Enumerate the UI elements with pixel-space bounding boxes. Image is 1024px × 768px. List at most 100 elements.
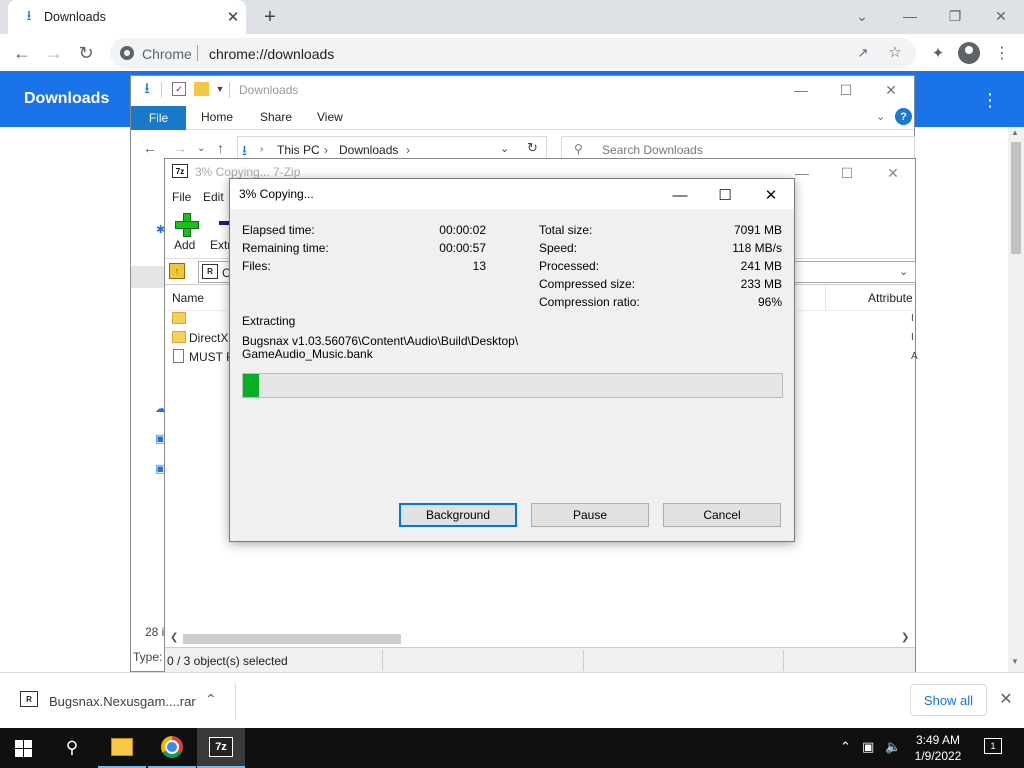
list-item[interactable]: DirectX [165,329,235,347]
scroll-down-arrow-icon[interactable]: ▼ [1011,657,1019,666]
nav-item-selected[interactable] [131,266,165,288]
refresh-icon[interactable]: ↻ [527,140,538,156]
breadcrumb-this-pc[interactable]: This PC [277,143,320,157]
ribbon-tab-share[interactable]: Share [260,110,292,124]
volume-muted-icon[interactable]: 🔈 [885,739,901,755]
minimize-button[interactable]: — [895,3,925,29]
item-count: 28 i [145,625,165,639]
remaining-time-value: 00:00:57 [439,241,486,255]
list-item-name: MUST R [189,350,235,364]
close-window-button[interactable]: ✕ [986,3,1016,29]
show-all-button[interactable]: Show all [910,684,987,716]
tab-strip: ⭳ Downloads ✕ + ⌄ — ❐ ✕ [0,0,1024,34]
ribbon-tab-view[interactable]: View [317,110,343,124]
explorer-titlebar: ⭳ ✓ ▼ Downloads — ☐ ✕ [131,76,914,104]
cancel-button[interactable]: Cancel [663,503,781,527]
tab-title: Downloads [44,10,106,24]
start-button[interactable] [15,740,32,757]
explorer-back-icon[interactable]: ← [143,140,157,156]
compressed-size-label: Compressed size: [539,277,636,291]
breadcrumb-downloads[interactable]: Downloads [339,143,398,157]
speed-value: 118 MB/s [732,241,782,255]
folder-up-icon[interactable]: ↑ [169,263,185,279]
profile-avatar[interactable] [958,42,980,64]
quick-access-dropdown-icon[interactable]: ▼ [215,82,225,96]
url-text[interactable]: chrome://downloads [209,46,334,62]
ribbon-tab-home[interactable]: Home [201,110,233,124]
extensions-puzzle-icon[interactable]: ✦ [927,42,949,64]
files-label: Files: [242,259,271,273]
current-file-path-line1: Bugsnax v1.03.56076\Content\Audio\Build\… [242,334,519,348]
download-shelf: R Bugsnax.Nexusgam....rar ⌃ Show all ✕ [0,672,1024,728]
pause-button[interactable]: Pause [531,503,649,527]
address-bar[interactable]: Chrome chrome://downloads ↗ ☆ [110,38,916,68]
bookmark-star-icon[interactable]: ☆ [886,43,904,61]
new-tab-button[interactable]: + [258,5,282,29]
close-icon[interactable]: ✕ [224,8,242,26]
new-folder-icon[interactable] [194,82,209,96]
taskbar-7zip[interactable]: 7z [197,728,245,768]
back-icon[interactable]: ← [10,41,34,65]
up-icon[interactable]: ↑ [217,140,224,156]
dialog-maximize-button[interactable]: ☐ [705,183,745,207]
search-icon[interactable]: ⚲ [62,738,82,758]
taskbar-file-explorer[interactable] [98,728,146,768]
ribbon-expand-icon[interactable]: ⌄ [876,110,885,123]
path-dropdown-icon[interactable]: ⌄ [899,265,908,278]
share-icon[interactable]: ↗ [854,44,872,62]
chrome-site-icon [120,46,134,60]
list-item[interactable] [165,310,235,328]
current-file-path-line2: GameAudio_Music.bank [242,347,373,361]
recent-locations-icon[interactable]: ⌄ [197,143,205,154]
scroll-up-arrow-icon[interactable]: ▲ [1011,128,1019,137]
sevenzip-maximize-button[interactable]: ☐ [832,163,862,183]
status-type-label: Type: [133,650,163,664]
scroll-left-icon[interactable]: ❮ [170,632,178,643]
chrome-menu-icon[interactable]: ⋮ [991,42,1013,64]
dialog-close-button[interactable]: ✕ [751,183,791,207]
tab-search-icon[interactable]: ⌄ [847,3,877,29]
forward-icon[interactable]: → [42,41,66,65]
download-item-name[interactable]: Bugsnax.Nexusgam....rar [49,694,196,709]
column-divider[interactable] [825,285,826,311]
page-scrollbar-thumb[interactable] [1011,142,1021,254]
menu-file[interactable]: File [172,190,191,204]
properties-icon[interactable]: ✓ [172,82,186,96]
dialog-minimize-button[interactable]: — [660,183,700,207]
system-clock[interactable]: 3:49 AM 1/9/2022 [908,732,968,764]
path-dropdown-icon[interactable]: ⌄ [500,142,509,155]
reload-icon[interactable]: ↻ [74,41,98,65]
folder-icon [172,331,186,343]
background-button[interactable]: Background [399,503,517,527]
more-actions-icon[interactable]: ⋮ [978,88,1002,112]
network-icon[interactable]: ▣ [862,739,874,755]
show-hidden-icons-icon[interactable]: ⌃ [840,739,851,755]
notification-center-icon[interactable]: 1 [984,738,1002,754]
operation-label: Extracting [242,314,296,328]
add-plus-icon[interactable] [175,213,199,237]
add-button-label[interactable]: Add [174,238,195,252]
list-item[interactable]: MUST R [165,348,235,366]
close-shelf-icon[interactable]: ✕ [996,689,1016,709]
restore-button[interactable]: ❐ [940,3,970,29]
taskbar-chrome[interactable] [148,728,196,768]
processed-value: 241 MB [740,259,782,273]
download-item-menu-icon[interactable]: ⌃ [205,691,217,708]
folder-icon [172,312,186,324]
column-name[interactable]: Name [172,291,204,305]
speed-label: Speed: [539,241,578,255]
horizontal-scrollbar[interactable]: ❮ ❯ [165,631,915,647]
sevenzip-close-button[interactable]: ✕ [878,163,908,183]
column-attributes[interactable]: Attribute [868,291,913,305]
tab-downloads[interactable]: ⭳ Downloads ✕ [8,0,246,34]
scroll-right-icon[interactable]: ❯ [901,632,909,643]
explorer-minimize-button[interactable]: — [786,80,816,100]
explorer-maximize-button[interactable]: ☐ [831,80,861,100]
help-icon[interactable]: ? [895,108,912,125]
explorer-close-button[interactable]: ✕ [876,80,906,100]
explorer-forward-icon[interactable]: → [173,140,187,156]
menu-edit[interactable]: Edit [203,190,224,204]
horizontal-scroll-thumb[interactable] [183,634,401,644]
sevenzip-statusbar: 0 / 3 object(s) selected [165,647,915,672]
ribbon-tab-file[interactable]: File [131,106,186,130]
